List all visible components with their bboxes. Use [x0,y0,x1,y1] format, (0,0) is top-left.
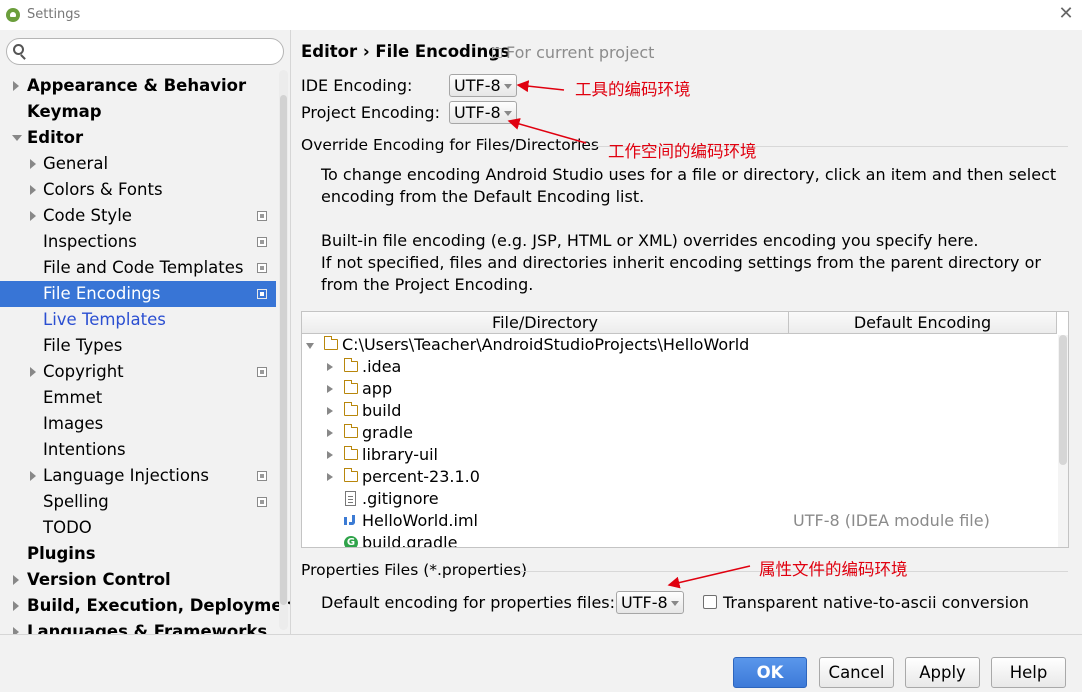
chevron-right-icon[interactable] [30,367,36,377]
search-icon [13,44,24,55]
project-scope-icon [257,263,267,273]
sidebar-item-file-code-templates[interactable]: File and Code Templates [0,255,276,281]
sidebar-item-file-types[interactable]: File Types [0,333,276,359]
project-scope-icon [257,211,267,221]
sidebar-item-plugins[interactable]: Plugins [0,541,276,567]
ok-button[interactable]: OK [733,657,807,688]
sidebar-item-code-style[interactable]: Code Style [0,203,276,229]
project-scope-icon [257,237,267,247]
android-studio-icon [6,8,20,22]
sidebar-item-live-templates[interactable]: Live Templates [0,307,276,333]
sidebar-item-language-injections[interactable]: Language Injections [0,463,276,489]
chevron-right-icon[interactable] [13,81,19,91]
chevron-right-icon[interactable] [13,601,19,611]
sidebar-item-general[interactable]: General [0,151,276,177]
chevron-right-icon[interactable] [13,575,19,585]
sidebar-item-todo[interactable]: TODO [0,515,276,541]
cancel-button[interactable]: Cancel [819,657,894,688]
sidebar-item-emmet[interactable]: Emmet [0,385,276,411]
project-scope-icon [257,289,267,299]
project-scope-icon [257,367,267,377]
dialog-footer: OK Cancel Apply Help [0,634,1082,692]
arrow-ide [516,80,565,93]
search-input[interactable] [6,38,284,65]
sidebar-item-intentions[interactable]: Intentions [0,437,276,463]
sidebar-item-copyright[interactable]: Copyright [0,359,276,385]
sidebar-item-languages-frameworks[interactable]: Languages & Frameworks [0,619,276,634]
chevron-right-icon[interactable] [30,185,36,195]
sidebar-item-images[interactable]: Images [0,411,276,437]
chevron-right-icon[interactable] [30,159,36,169]
sidebar-item-colors-fonts[interactable]: Colors & Fonts [0,177,276,203]
chevron-right-icon[interactable] [13,627,19,634]
settings-sidebar: Appearance & Behavior Keymap Editor Gene… [0,30,291,634]
arrow-project [507,118,587,144]
apply-button[interactable]: Apply [905,657,980,688]
sidebar-item-appearance[interactable]: Appearance & Behavior [0,73,276,99]
arrow-properties [667,565,751,589]
help-button[interactable]: Help [991,657,1066,688]
window-title: Settings [27,7,81,22]
sidebar-item-keymap[interactable]: Keymap [0,99,276,125]
sidebar-item-editor[interactable]: Editor [0,125,276,151]
sidebar-scrollbar[interactable] [279,70,288,630]
title-bar: Settings ✕ [0,0,1082,30]
chevron-down-icon[interactable] [12,135,22,141]
sidebar-item-spelling[interactable]: Spelling [0,489,276,515]
project-scope-icon [257,471,267,481]
sidebar-item-inspections[interactable]: Inspections [0,229,276,255]
sidebar-item-version-control[interactable]: Version Control [0,567,276,593]
project-scope-icon [257,497,267,507]
file-encodings-panel: Editor › File Encodings For current proj… [292,30,1082,634]
chevron-right-icon[interactable] [30,211,36,221]
sidebar-item-build-execution[interactable]: Build, Execution, Deployment [0,593,290,619]
sidebar-item-file-encodings[interactable]: File Encodings [0,281,276,307]
annotation-arrows [507,80,751,589]
close-icon[interactable]: ✕ [1056,4,1076,24]
sidebar-scrollbar-thumb[interactable] [280,95,287,605]
chevron-right-icon[interactable] [30,471,36,481]
